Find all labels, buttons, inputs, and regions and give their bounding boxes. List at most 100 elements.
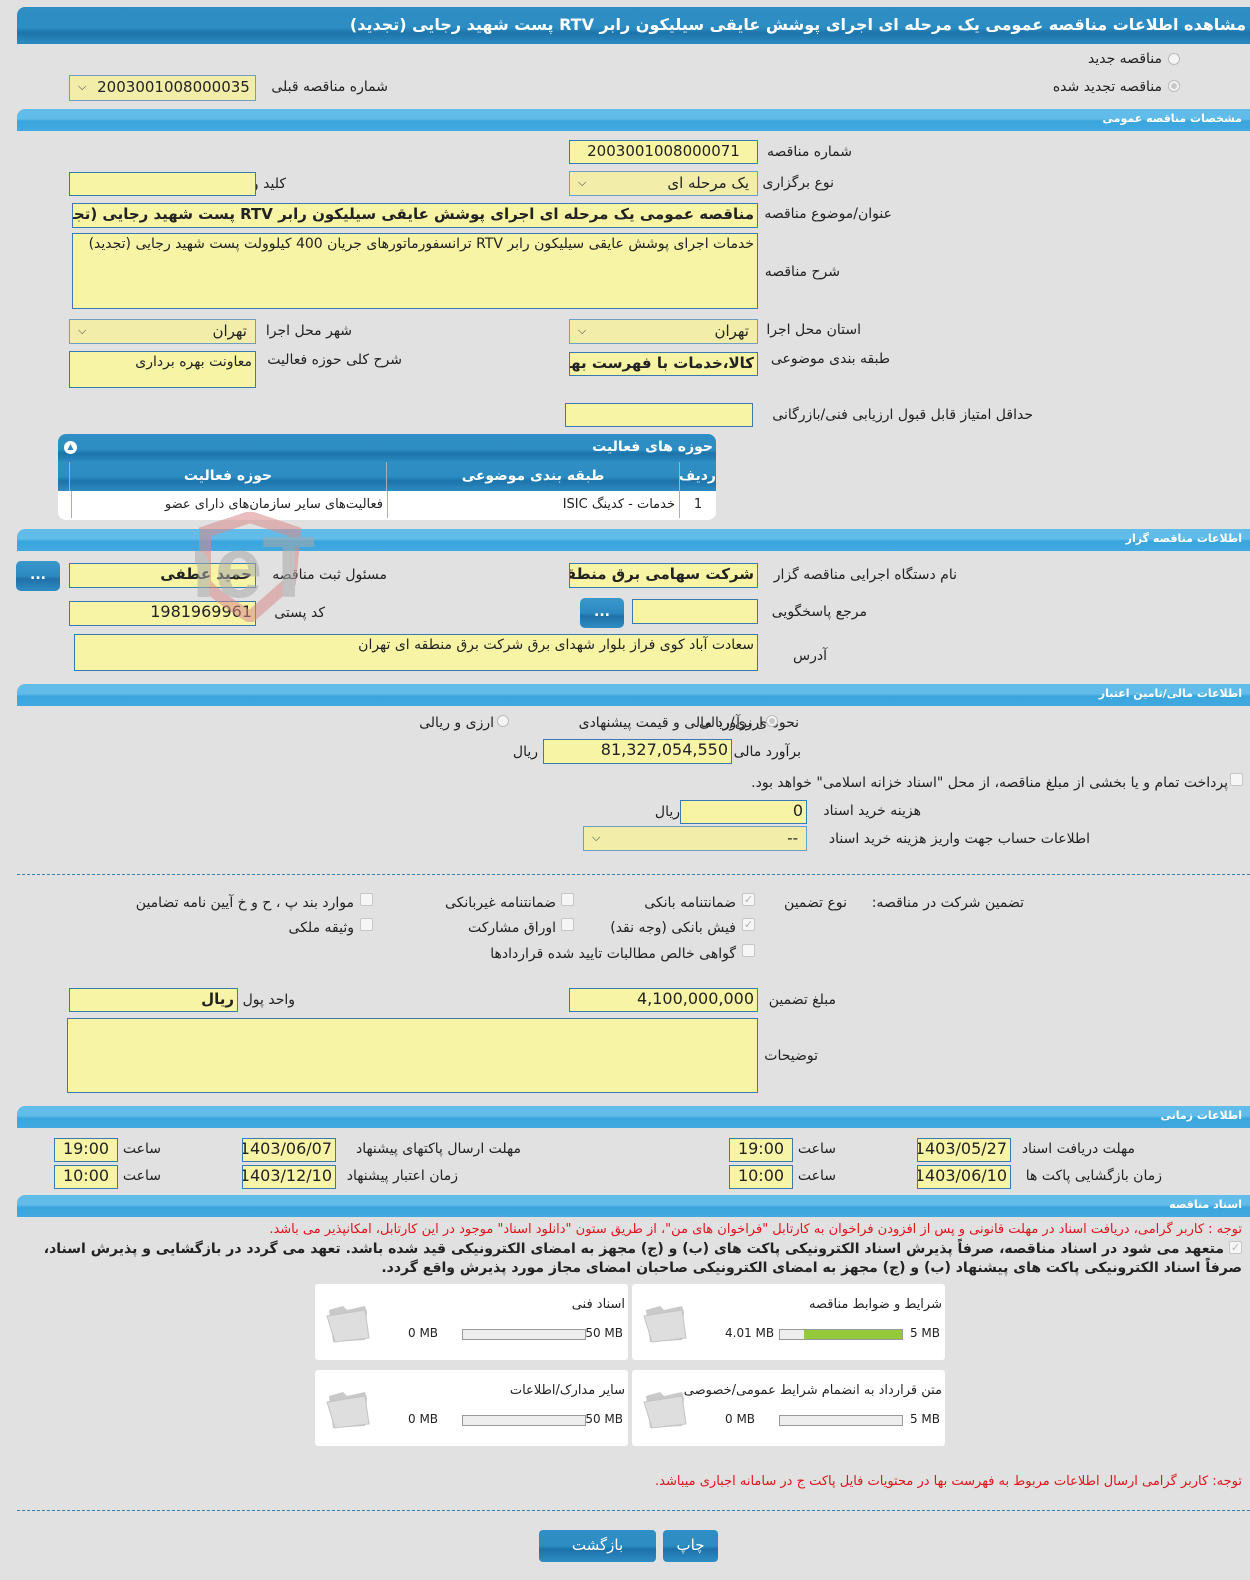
guarantee-checkbox-bank[interactable]: ✓ <box>742 893 755 906</box>
reference-field[interactable] <box>632 599 758 624</box>
document-card[interactable]: متن قرارداد به انضمام شرایط عمومی/خصوصی 0… <box>632 1370 945 1446</box>
previous-number-select[interactable]: 2003001008000035 ⌵ <box>69 75 256 101</box>
print-button[interactable]: چاپ <box>663 1530 718 1562</box>
category-field[interactable]: کالا،خدمات با فهرست بها،خ <box>569 352 758 376</box>
section-timing-header: اطلاعات زمانی <box>17 1106 1250 1128</box>
column-header-category: طبقه بندی موضوعی <box>386 462 679 491</box>
submit-deadline-label: مهلت ارسال پاکتهای پیشنهاد <box>355 1141 521 1157</box>
guarantee-label-bank: ضمانتنامه بانکی <box>644 895 736 911</box>
guarantee-checkbox-property[interactable] <box>360 918 373 931</box>
document-max-size: 50 MB <box>585 1326 623 1340</box>
organizer-field[interactable]: شرکت سهامی برق منطقه <box>569 563 758 588</box>
commitment-text-line2: صرفاً اسناد الکترونیکی پاکت های پیشنهاد … <box>381 1260 1242 1276</box>
province-label: استان محل اجرا <box>766 322 861 338</box>
keyword-field[interactable] <box>69 172 256 196</box>
postal-code-field[interactable]: 1981969961 <box>69 601 256 626</box>
radio-renewed-tender[interactable] <box>1168 80 1180 92</box>
activity-table-header: حوزه های فعالیت ▲ <box>58 434 716 462</box>
guarantee-checkbox-receivables[interactable] <box>742 944 755 957</box>
description-field[interactable]: خدمات اجرای پوشش عایقی سیلیکون رابر RTV … <box>72 233 758 309</box>
registrar-label: مسئول ثبت مناقصه <box>272 567 387 583</box>
opening-label: زمان بازگشایی پاکت ها <box>1025 1168 1162 1184</box>
guarantee-label-cash: فیش بانکی (وجه نقد) <box>610 920 736 936</box>
folder-icon <box>326 1306 370 1343</box>
registrar-lookup-button[interactable]: ... <box>16 561 60 591</box>
city-select[interactable]: تهران ⌵ <box>69 319 256 344</box>
document-used-size: 0 MB <box>408 1326 439 1340</box>
guarantee-amount-field[interactable]: 4,100,000,000 <box>569 988 758 1012</box>
guarantee-label-bonds: اوراق مشارکت <box>467 920 556 936</box>
treasury-checkbox[interactable] <box>1230 773 1243 786</box>
commitment-checkbox[interactable]: ✓ <box>1229 1241 1242 1254</box>
opening-time-label: ساعت <box>797 1168 836 1184</box>
opening-date[interactable]: 1403/06/10 <box>917 1165 1011 1189</box>
validity-date[interactable]: 1403/12/10 <box>242 1165 336 1189</box>
submit-deadline-date[interactable]: 1403/06/07 <box>242 1138 336 1162</box>
submit-deadline-time[interactable]: 19:00 <box>54 1138 118 1162</box>
previous-number-value: 2003001008000035 <box>97 78 250 96</box>
radio-new-tender[interactable] <box>1168 53 1180 65</box>
account-select[interactable]: -- ⌵ <box>583 826 807 851</box>
submit-deadline-time-label: ساعت <box>122 1141 161 1157</box>
guarantee-label-nonbank: ضمانتنامه غیربانکی <box>444 895 556 911</box>
section-general-header: مشخصات مناقصه عمومی <box>17 109 1250 131</box>
document-card[interactable]: شرایط و ضوابط مناقصه 4.01 MB 5 MB <box>632 1284 945 1360</box>
currency-unit-field[interactable]: ریال <box>69 988 238 1012</box>
page-title: مشاهده اطلاعات مناقصه عمومی یک مرحله ای … <box>17 7 1250 44</box>
min-score-field[interactable] <box>565 403 753 427</box>
radio-currency-and-rial-label: ارزی و ریالی <box>419 715 494 731</box>
chevron-down-icon: ⌵ <box>78 80 87 93</box>
province-select[interactable]: تهران ⌵ <box>569 319 758 344</box>
activity-table-title: حوزه های فعالیت <box>592 439 713 455</box>
holding-type-select[interactable]: یک مرحله ای ⌵ <box>569 171 758 196</box>
document-progress-bar <box>462 1329 586 1340</box>
estimate-label: برآورد مالی <box>733 744 801 760</box>
postal-code-label: کد پستی <box>274 605 325 621</box>
document-name: متن قرارداد به انضمام شرایط عمومی/خصوصی <box>683 1383 942 1398</box>
estimate-field[interactable]: 81,327,054,550 <box>543 739 732 764</box>
notes-label: توضیحات <box>764 1048 818 1064</box>
guarantee-checkbox-regulation[interactable] <box>360 893 373 906</box>
guarantee-label-property: وثیقه ملکی <box>288 920 354 936</box>
collapse-icon[interactable]: ▲ <box>64 441 77 454</box>
guarantee-checkbox-nonbank[interactable] <box>561 893 574 906</box>
doc-deadline-date[interactable]: 1403/05/27 <box>917 1138 1011 1162</box>
city-label: شهر محل اجرا <box>265 323 352 339</box>
commitment-text-line1: متعهد می شود در اسناد مناقصه، صرفاً پذیر… <box>43 1241 1224 1257</box>
opening-time[interactable]: 10:00 <box>729 1165 793 1189</box>
chevron-down-icon: ⌵ <box>78 324 87 337</box>
radio-rial[interactable] <box>766 715 778 727</box>
chevron-down-icon: ⌵ <box>578 176 587 189</box>
activity-table: حوزه های فعالیت ▲ ردیف طبقه بندی موضوعی … <box>58 434 716 520</box>
activity-table-columns: ردیف طبقه بندی موضوعی حوزه فعالیت <box>58 462 716 491</box>
validity-time[interactable]: 10:00 <box>54 1165 118 1189</box>
holding-type-value: یک مرحله ای <box>667 174 749 192</box>
document-max-size: 5 MB <box>909 1326 940 1340</box>
guarantee-title: تضمین شرکت در مناقصه: <box>871 895 1024 911</box>
document-progress-bar <box>462 1415 586 1426</box>
document-card[interactable]: سایر مدارک/اطلاعات 0 MB 50 MB <box>315 1370 628 1446</box>
subject-field[interactable]: مناقصه عمومی یک مرحله ای اجرای پوشش عایق… <box>72 203 758 228</box>
guarantee-checkbox-cash[interactable]: ✓ <box>742 918 755 931</box>
doc-deadline-time[interactable]: 19:00 <box>729 1138 793 1162</box>
doc-fee-field[interactable]: 0 <box>680 800 807 824</box>
back-button[interactable]: بازگشت <box>539 1530 656 1562</box>
document-card[interactable]: اسناد فنی 0 MB 50 MB <box>315 1284 628 1360</box>
reference-lookup-button[interactable]: ... <box>580 598 624 628</box>
validity-time-label: ساعت <box>122 1168 161 1184</box>
notes-field[interactable] <box>67 1018 758 1093</box>
guarantee-amount-label: مبلغ تضمین <box>768 992 836 1008</box>
cell-category: خدمات - کدینگ ISIC <box>387 491 679 518</box>
radio-currency-and-rial[interactable] <box>497 715 509 727</box>
document-name: اسناد فنی <box>571 1297 625 1312</box>
address-field[interactable]: سعادت آباد کوی فراز بلوار شهدای برق شرکت… <box>74 634 758 671</box>
address-label: آدرس <box>793 648 827 664</box>
document-used-size: 0 MB <box>408 1412 439 1426</box>
folder-icon <box>326 1392 370 1429</box>
registrar-field[interactable]: حمید عطفی <box>69 563 256 588</box>
guarantee-checkbox-bonds[interactable] <box>561 918 574 931</box>
category-label: طبقه بندی موضوعی <box>770 351 890 367</box>
organizer-label: نام دستگاه اجرایی مناقصه گزار <box>773 567 957 583</box>
activity-scope-field[interactable]: معاونت بهره برداری <box>69 351 256 388</box>
tender-number-field[interactable]: 2003001008000071 <box>569 140 758 164</box>
